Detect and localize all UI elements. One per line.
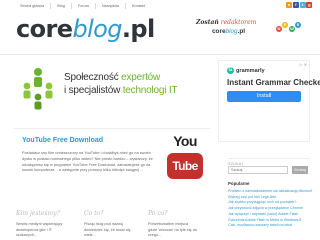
banner-line-2: i specjalistów technologi IT bbox=[64, 85, 178, 96]
ad-brand: grammarly bbox=[236, 67, 265, 74]
banner-text-community: Społeczność bbox=[64, 72, 122, 83]
sidebar-divider bbox=[228, 158, 310, 159]
news-badge: NEWS bbox=[276, 20, 302, 36]
nav-item-blog[interactable]: Blog bbox=[50, 3, 71, 9]
column-title-why: Po co? bbox=[148, 210, 168, 217]
banner-text-experts: expertów bbox=[121, 72, 161, 83]
editor-promo-banner[interactable]: Zostań redaktorem coreblog.pl NEWS bbox=[190, 16, 308, 42]
popular-post-link[interactable]: Jak przywrócić zdjęcia w przeglądarce Ch… bbox=[228, 206, 312, 212]
youtube-logo-you: You bbox=[173, 133, 197, 149]
banner-line-1: Społeczność expertów bbox=[64, 72, 160, 83]
youtube-logo-image[interactable]: You Tube bbox=[164, 131, 206, 191]
featured-post: YouTube Free Download Posiadacz sny film… bbox=[14, 128, 210, 210]
grammarly-ad[interactable]: ▷ ✕ G grammarly Instant Grammar Checker … bbox=[218, 60, 320, 142]
search-button[interactable]: Szukaj bbox=[292, 166, 308, 174]
news-letter: S bbox=[295, 22, 301, 28]
news-letter: E bbox=[282, 22, 288, 28]
grammarly-logo-icon: G bbox=[227, 67, 234, 74]
community-banner[interactable]: Społeczność expertów i specjalistów tech… bbox=[14, 60, 210, 120]
social-links: ● f t g bbox=[286, 2, 313, 8]
popular-posts-list: Problem z odinstalowaniem lub aktualizac… bbox=[228, 189, 312, 229]
nav-item-tools[interactable]: Narzędzia bbox=[94, 3, 125, 9]
popular-heading: Popularne bbox=[228, 181, 250, 186]
promo-brand: coreblog.pl bbox=[212, 28, 245, 35]
popular-post-link[interactable]: Problem z odinstalowaniem lub aktualizac… bbox=[228, 189, 312, 195]
main-menu: Strona główna Blog Forum Narzędzia Konta… bbox=[14, 2, 151, 10]
popular-post-link[interactable]: Calc. możliwości zamiany tabeli na tekst bbox=[228, 223, 312, 229]
promo-headline: Zostań redaktorem bbox=[196, 19, 256, 26]
banner-text-specialists: i specjalistów bbox=[64, 85, 123, 96]
ad-close-icon[interactable]: ▷ ✕ bbox=[299, 62, 307, 67]
post-excerpt: Posiadacz sny film umieszczony na YouTub… bbox=[22, 150, 153, 173]
column-title-what: Co to? bbox=[84, 210, 104, 217]
news-letter: N bbox=[276, 26, 282, 32]
site-logo[interactable]: coreblog.pl bbox=[16, 16, 155, 42]
ad-brand-row: G grammarly bbox=[227, 67, 265, 74]
column-text-who: Serwis mediyni wspierający deweloperów g… bbox=[16, 222, 63, 238]
top-navigation: Strona główna Blog Forum Narzędzia Konta… bbox=[0, 0, 320, 12]
logo-part-tld: .pl bbox=[121, 15, 155, 43]
youtube-logo-tube: Tube bbox=[167, 153, 203, 179]
news-letter: W bbox=[289, 26, 295, 32]
facebook-icon[interactable]: f bbox=[292, 2, 299, 8]
logo-part-core: core bbox=[16, 15, 73, 43]
promo-brand-tld: .pl bbox=[237, 28, 246, 35]
post-title-link[interactable]: YouTube Free Download bbox=[22, 137, 103, 144]
twitter-icon[interactable]: t bbox=[299, 2, 306, 8]
people-network-icon bbox=[23, 68, 53, 110]
column-text-why: Potrzebowałem miejsca gdzie 'wrzucać' na… bbox=[148, 222, 197, 238]
promo-brand-blog: blog bbox=[225, 28, 238, 35]
nav-item-home[interactable]: Strona główna bbox=[14, 3, 50, 9]
header-divider bbox=[0, 54, 320, 55]
promo-brand-core: core bbox=[212, 28, 226, 35]
banner-text-it: technologi IT bbox=[122, 85, 178, 96]
column-title-who: Kim jesteśmy? bbox=[16, 210, 60, 217]
ad-install-button[interactable]: Install bbox=[227, 91, 301, 102]
column-text-what: Pisząc blog pod nazwą dowiedzieć się, że… bbox=[84, 222, 131, 238]
rss-icon[interactable]: ● bbox=[286, 2, 292, 8]
nav-item-contact[interactable]: Kontakt bbox=[124, 3, 151, 9]
search-input[interactable] bbox=[228, 166, 288, 174]
logo-part-blog: blog bbox=[72, 15, 122, 43]
ad-title: Instant Grammar Checker bbox=[227, 78, 320, 87]
promo-highlight: redaktorem bbox=[220, 19, 257, 26]
google-plus-icon[interactable]: g bbox=[306, 2, 313, 8]
nav-item-forum[interactable]: Forum bbox=[70, 3, 95, 9]
promo-prefix: Zostań bbox=[196, 19, 219, 26]
